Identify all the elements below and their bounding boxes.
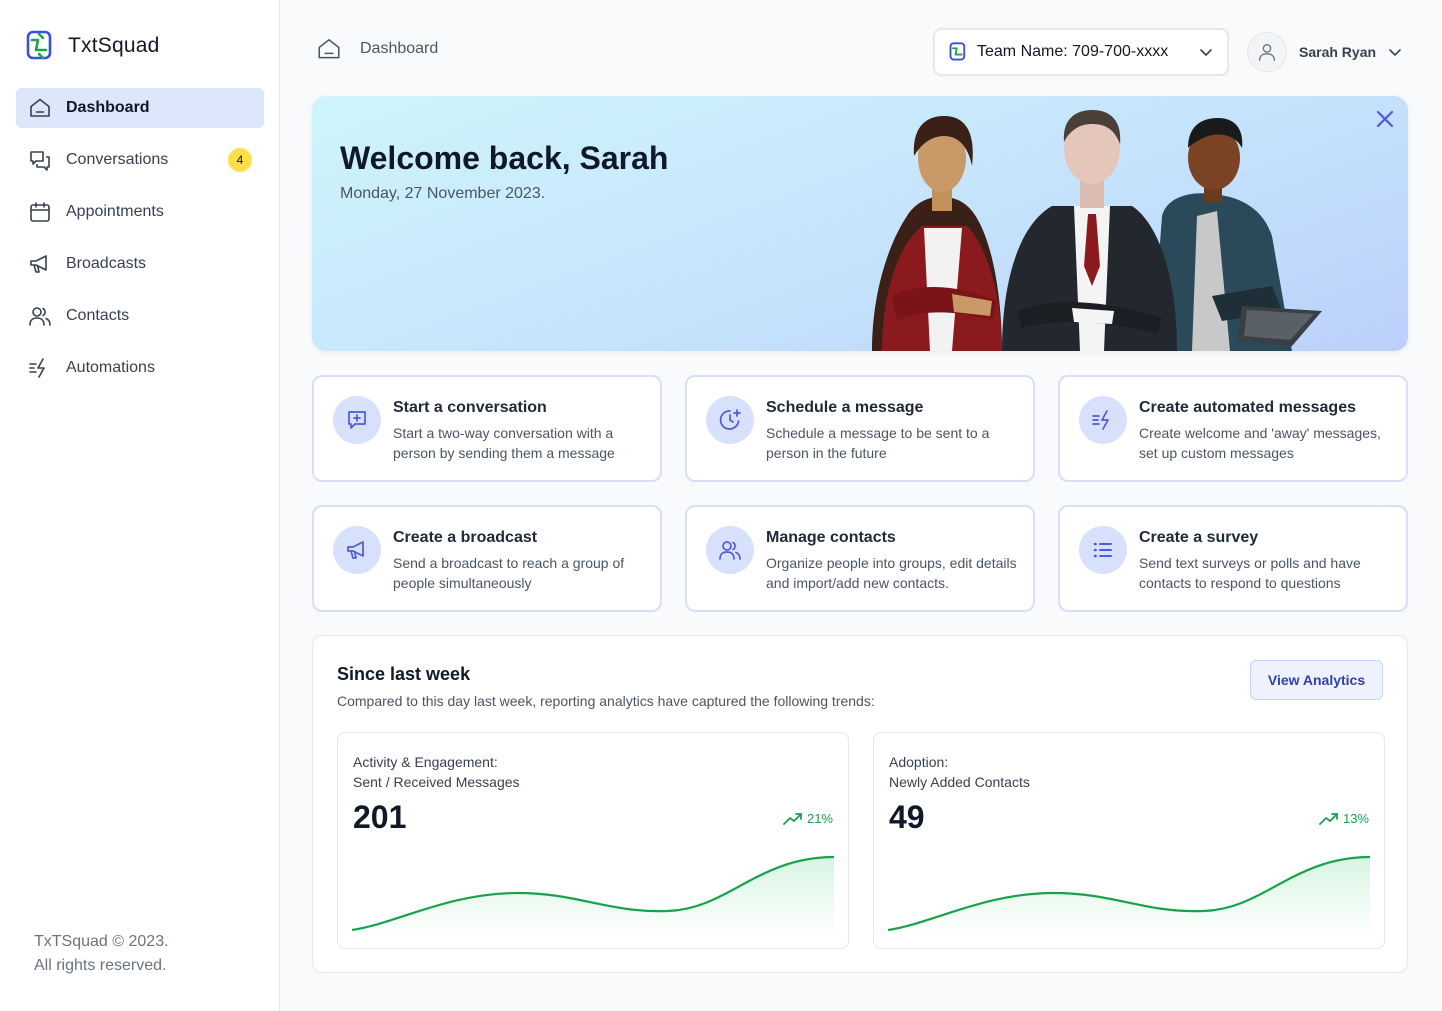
user-icon (1258, 43, 1276, 61)
home-icon (30, 98, 50, 117)
megaphone-icon (347, 541, 364, 559)
rights-reserved: All rights reserved. (34, 957, 167, 974)
card-title: Create a broadcast (393, 529, 538, 546)
metric-trend: 13% (1319, 811, 1369, 826)
team-select-value: Team Name: 709-700-xxxx (977, 43, 1169, 60)
metric-value: 201 (353, 799, 407, 835)
icon-circle (333, 526, 381, 574)
sidebar-item-label: Conversations (66, 151, 169, 168)
chat-plus-icon (348, 411, 366, 429)
sidebar-item-label: Dashboard (66, 99, 150, 116)
panel-title: Since last week (337, 664, 471, 684)
sidebar-item-automations[interactable]: Automations (16, 348, 264, 388)
view-analytics-button[interactable]: View Analytics (1250, 660, 1383, 700)
calendar-icon (30, 202, 50, 222)
copyright: TxTSquad © 2023. (34, 933, 169, 950)
metric-trend: 21% (783, 811, 833, 826)
panel-subtitle: Compared to this day last week, reportin… (337, 693, 875, 709)
create-survey-card[interactable]: Create a survey Send text surveys or pol… (1058, 505, 1408, 612)
automated-messages-card[interactable]: Create automated messages Create welcome… (1058, 375, 1408, 482)
metric-label: Sent / Received Messages (353, 774, 520, 790)
breadcrumb-current: Dashboard (360, 40, 439, 57)
card-description: Create welcome and 'away' messages, set … (1139, 425, 1381, 461)
icon-circle (333, 396, 381, 444)
icon-circle (1079, 396, 1127, 444)
lightning-icon (1092, 410, 1109, 430)
card-description: Send a broadcast to reach a group of peo… (393, 555, 625, 591)
logo-icon (26, 30, 52, 60)
metric-category: Adoption: (889, 754, 949, 770)
welcome-banner: Welcome back, Sarah Monday, 27 November … (312, 96, 1408, 351)
close-icon[interactable] (1374, 108, 1396, 130)
card-title: Create automated messages (1139, 399, 1356, 416)
trend-percent: 13% (1342, 811, 1369, 826)
create-broadcast-card[interactable]: Create a broadcast Send a broadcast to r… (312, 505, 662, 612)
trend-up-icon (783, 812, 802, 825)
card-description: Organize people into groups, edit detail… (766, 555, 1017, 591)
icon-circle (706, 396, 754, 444)
welcome-date: Monday, 27 November 2023. (340, 185, 546, 202)
users-icon (719, 541, 741, 560)
chat-bubbles-icon (30, 151, 50, 171)
home-icon[interactable] (316, 36, 342, 62)
unread-badge: 4 (228, 148, 252, 172)
list-icon (1093, 542, 1112, 558)
icon-circle (706, 526, 754, 574)
sidebar-item-conversations[interactable]: Conversations 4 (16, 140, 264, 180)
messages-metric-card[interactable]: Activity & Engagement: Sent / Received M… (337, 732, 849, 949)
card-title: Create a survey (1139, 529, 1259, 546)
team-illustration (872, 110, 1322, 351)
card-title: Start a conversation (393, 399, 547, 416)
breadcrumb: Dashboard (316, 36, 438, 62)
welcome-title: Welcome back, Sarah (340, 140, 669, 176)
sidebar-item-broadcasts[interactable]: Broadcasts (16, 244, 264, 284)
chevron-down-icon (1200, 49, 1212, 57)
metric-label: Newly Added Contacts (889, 774, 1030, 790)
card-title: Schedule a message (766, 399, 924, 416)
sidebar-item-label: Contacts (66, 307, 130, 324)
sidebar: TxtSquad Dashboard Conversations 4 Appoi… (0, 0, 280, 1011)
chevron-down-icon (1389, 49, 1401, 57)
team-select[interactable]: Team Name: 709-700-xxxx (933, 28, 1229, 76)
person-right-illustration (1152, 118, 1322, 351)
sidebar-nav: Dashboard Conversations 4 Appointments B… (16, 88, 264, 400)
user-menu[interactable]: Sarah Ryan (1247, 32, 1402, 72)
sparkline-chart (887, 855, 1371, 937)
icon-circle (1079, 526, 1127, 574)
sidebar-item-appointments[interactable]: Appointments (16, 192, 264, 232)
sidebar-item-label: Broadcasts (66, 255, 147, 272)
schedule-message-card[interactable]: Schedule a message Schedule a message to… (685, 375, 1035, 482)
since-last-week-panel: Since last week Compared to this day las… (312, 635, 1408, 973)
users-icon (29, 307, 51, 326)
team-logo-icon (949, 42, 966, 61)
start-conversation-card[interactable]: Start a conversation Start a two-way con… (312, 375, 662, 482)
sidebar-item-dashboard[interactable]: Dashboard (16, 88, 264, 128)
brand[interactable]: TxtSquad (26, 30, 160, 62)
card-description: Schedule a message to be sent to a perso… (766, 425, 990, 461)
user-name: Sarah Ryan (1299, 44, 1377, 60)
sidebar-item-label: Appointments (66, 203, 164, 220)
card-title: Manage contacts (766, 529, 896, 546)
card-description: Start a two-way conversation with a pers… (393, 425, 615, 461)
metric-category: Activity & Engagement: (353, 754, 498, 770)
sidebar-footer: TxTSquad © 2023. All rights reserved. (34, 930, 169, 978)
person-center-illustration (1002, 110, 1177, 351)
megaphone-icon (30, 255, 47, 273)
avatar (1247, 32, 1287, 72)
clock-plus-icon (719, 409, 741, 430)
sparkline-chart (351, 855, 835, 937)
sidebar-item-label: Automations (66, 359, 155, 376)
contacts-metric-card[interactable]: Adoption: Newly Added Contacts 49 13% (873, 732, 1385, 949)
metric-value: 49 (889, 799, 925, 835)
trend-up-icon (1319, 812, 1338, 825)
sidebar-item-contacts[interactable]: Contacts (16, 296, 264, 336)
trend-percent: 21% (806, 811, 833, 826)
lightning-icon (29, 358, 45, 378)
manage-contacts-card[interactable]: Manage contacts Organize people into gro… (685, 505, 1035, 612)
card-description: Send text surveys or polls and have cont… (1139, 555, 1361, 591)
person-left-illustration (872, 116, 1002, 351)
brand-name: TxtSquad (68, 34, 160, 57)
